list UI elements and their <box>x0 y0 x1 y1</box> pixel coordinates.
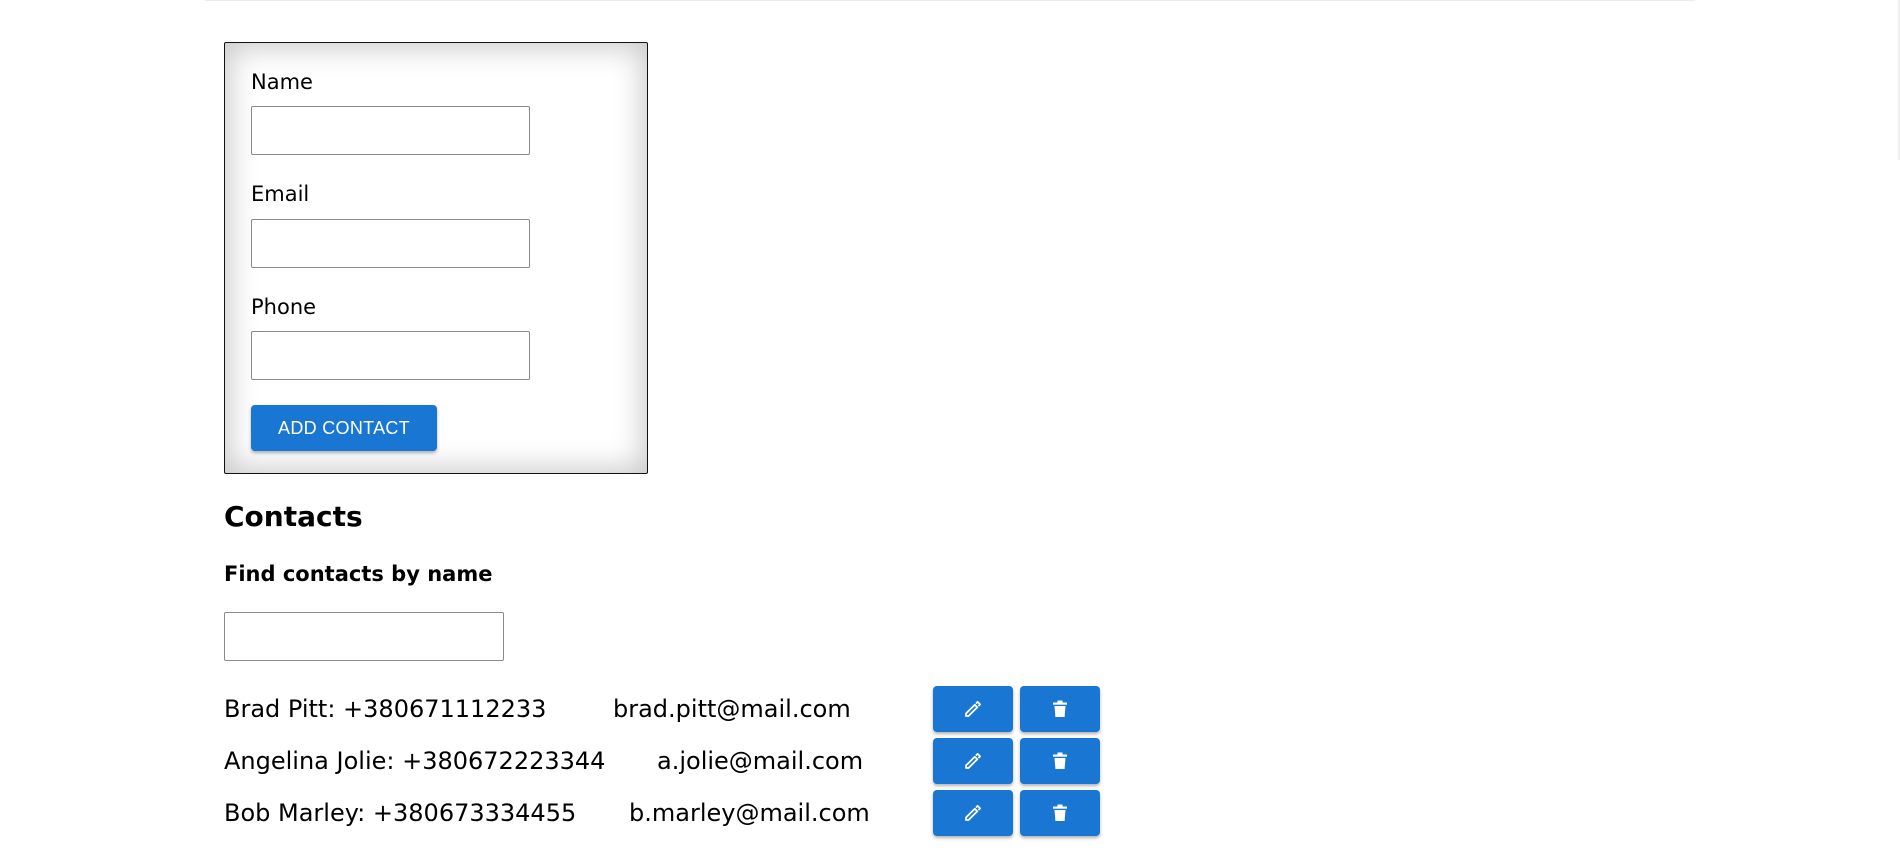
pencil-icon <box>965 805 981 821</box>
contact-name-phone: Angelina Jolie: +380672223344 <box>224 747 606 775</box>
contact-row: Angelina Jolie: +380672223344 a.jolie@ma… <box>224 738 1104 786</box>
delete-contact-button[interactable] <box>1020 686 1100 732</box>
trash-icon <box>1053 804 1067 821</box>
phone-input[interactable] <box>251 331 530 380</box>
pencil-icon <box>965 701 981 717</box>
trash-icon <box>1053 700 1067 717</box>
contact-email: brad.pitt@mail.com <box>613 695 851 723</box>
pencil-icon <box>965 753 981 769</box>
edit-contact-button[interactable] <box>933 738 1013 784</box>
top-divider <box>205 0 1695 1</box>
edit-contact-button[interactable] <box>933 790 1013 836</box>
email-input[interactable] <box>251 219 530 268</box>
filter-label: Find contacts by name <box>224 562 493 586</box>
contact-row: Brad Pitt: +380671112233 brad.pitt@mail.… <box>224 686 1104 734</box>
name-input[interactable] <box>251 106 530 155</box>
delete-contact-button[interactable] <box>1020 738 1100 784</box>
contact-name-phone: Brad Pitt: +380671112233 <box>224 695 547 723</box>
contact-email: b.marley@mail.com <box>629 799 870 827</box>
contact-row: Bob Marley: +380673334455 b.marley@mail.… <box>224 790 1104 838</box>
contacts-heading: Contacts <box>224 500 363 533</box>
phone-label: Phone <box>251 295 317 319</box>
contact-name-phone: Bob Marley: +380673334455 <box>224 799 577 827</box>
delete-contact-button[interactable] <box>1020 790 1100 836</box>
email-label: Email <box>251 182 310 206</box>
add-contact-button[interactable]: ADD CONTACT <box>251 405 437 451</box>
trash-icon <box>1053 752 1067 769</box>
add-contact-form: Name Email Phone ADD CONTACT <box>224 42 648 474</box>
contact-email: a.jolie@mail.com <box>657 747 864 775</box>
name-label: Name <box>251 70 313 94</box>
edit-contact-button[interactable] <box>933 686 1013 732</box>
filter-input[interactable] <box>224 612 504 661</box>
